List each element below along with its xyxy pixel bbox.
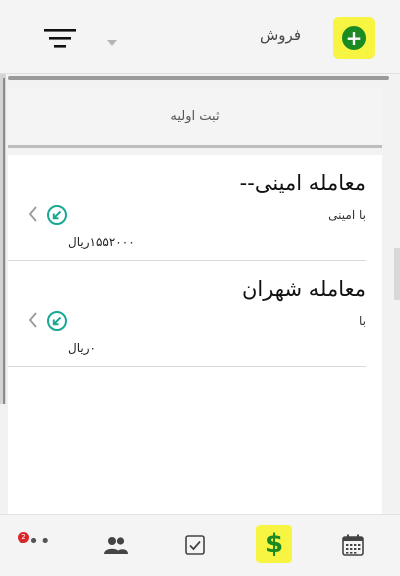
header-divider xyxy=(8,76,389,80)
add-deal-button[interactable]: + xyxy=(333,17,375,59)
deal-party: با xyxy=(359,314,366,328)
dollar-icon: $ xyxy=(264,529,284,559)
plus-icon: + xyxy=(342,26,366,50)
filter-icon[interactable] xyxy=(42,24,78,52)
deal-title: معامله شهران xyxy=(241,277,366,301)
incoming-arrow-icon[interactable] xyxy=(46,310,68,332)
incoming-arrow-icon[interactable] xyxy=(46,204,68,226)
nav-sales[interactable]: $ xyxy=(256,525,292,563)
nav-tasks[interactable] xyxy=(179,529,211,561)
section-title[interactable]: فروش xyxy=(260,26,301,44)
checkbox-icon xyxy=(185,535,205,555)
deals-list: معامله امینی-- با امینی ۱۵۵۲۰۰۰ریال معام… xyxy=(8,155,382,515)
deal-amount: ۰ریال xyxy=(68,341,96,355)
right-edge-handle[interactable] xyxy=(394,248,400,300)
contacts-icon xyxy=(104,537,128,554)
deal-amount: ۱۵۵۲۰۰۰ریال xyxy=(68,235,135,249)
registration-divider xyxy=(8,145,382,148)
initial-registration-label: ثبت اولیه xyxy=(170,108,220,124)
initial-registration-tab[interactable]: ثبت اولیه xyxy=(8,88,382,144)
dropdown-caret-icon[interactable] xyxy=(106,32,118,51)
deal-title: معامله امینی-- xyxy=(239,171,366,195)
deal-item[interactable]: معامله امینی-- با امینی ۱۵۵۲۰۰۰ریال xyxy=(8,155,366,261)
bottom-navigation: ••• 2 $ xyxy=(0,514,400,576)
calendar-icon xyxy=(342,534,364,556)
app-header: فروش + xyxy=(0,0,400,74)
notification-badge: 2 xyxy=(18,532,29,543)
deal-item[interactable]: معامله شهران با ۰ریال xyxy=(8,261,366,367)
left-scrollbar-thumb[interactable] xyxy=(3,78,5,404)
chevron-left-icon[interactable] xyxy=(26,309,40,331)
deal-party: با امینی xyxy=(328,208,366,222)
nav-contacts[interactable] xyxy=(100,529,132,561)
chevron-left-icon[interactable] xyxy=(26,203,40,225)
nav-calendar[interactable] xyxy=(337,529,369,561)
